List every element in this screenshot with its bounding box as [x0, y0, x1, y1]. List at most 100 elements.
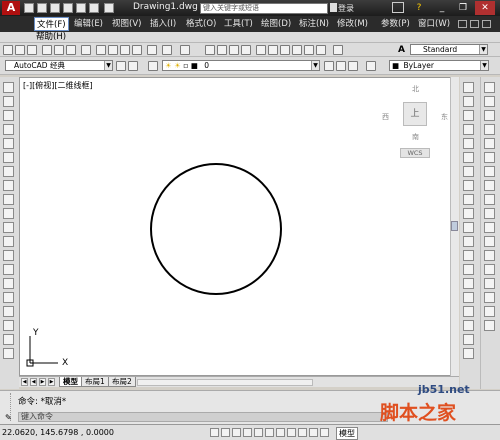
- menu-window[interactable]: 窗口(W): [416, 17, 452, 31]
- save-as-icon[interactable]: [63, 3, 73, 13]
- tb-open-icon[interactable]: [15, 45, 25, 55]
- first-tab-icon[interactable]: ◀: [21, 378, 28, 386]
- tb-save-icon[interactable]: [27, 45, 37, 55]
- baseline-dim-icon[interactable]: [463, 208, 474, 219]
- doc-window-controls[interactable]: [458, 20, 494, 28]
- drawn-circle[interactable]: [150, 163, 282, 295]
- explode-icon[interactable]: [484, 320, 495, 331]
- vertical-scroll-thumb[interactable]: [451, 221, 458, 231]
- make-block-icon[interactable]: [3, 250, 14, 261]
- ellipse-icon[interactable]: [3, 208, 14, 219]
- print-icon[interactable]: [76, 3, 86, 13]
- revision-cloud-icon[interactable]: [3, 180, 14, 191]
- open-icon[interactable]: [37, 3, 47, 13]
- menu-edit[interactable]: 编辑(E): [72, 17, 105, 31]
- doc-restore-icon[interactable]: [470, 20, 479, 28]
- layer-current-icon[interactable]: [324, 61, 334, 71]
- restore-button[interactable]: ❐: [453, 1, 473, 15]
- quick-dim-icon[interactable]: [463, 194, 474, 205]
- tb-redo-icon[interactable]: [180, 45, 190, 55]
- model-space-button[interactable]: 模型: [336, 427, 358, 440]
- 3d-object-snap-icon[interactable]: [276, 428, 285, 437]
- polar-tracking-icon[interactable]: [254, 428, 263, 437]
- menu-help[interactable]: 帮助(H): [34, 30, 68, 44]
- chamfer-icon[interactable]: [484, 278, 495, 289]
- tb-zoom-previous-icon[interactable]: [241, 45, 251, 55]
- tb-undo-icon[interactable]: [162, 45, 172, 55]
- tolerance-icon[interactable]: [463, 264, 474, 275]
- scale-icon[interactable]: [484, 180, 495, 191]
- menu-file[interactable]: 文件(F): [34, 17, 69, 31]
- tb-paste-icon[interactable]: [120, 45, 130, 55]
- ordinate-dim-icon[interactable]: [463, 124, 474, 135]
- snap-mode-icon[interactable]: [221, 428, 230, 437]
- multiline-text-icon[interactable]: [3, 334, 14, 345]
- menu-insert[interactable]: 插入(I): [148, 17, 178, 31]
- coordinates-readout[interactable]: 22.0620, 145.6798 , 0.0000: [2, 428, 114, 437]
- fillet-icon[interactable]: [484, 292, 495, 303]
- offset-icon[interactable]: [484, 124, 495, 135]
- continue-dim-icon[interactable]: [463, 222, 474, 233]
- center-mark-icon[interactable]: [463, 278, 474, 289]
- search-input[interactable]: 键入关键字或短语: [200, 3, 328, 14]
- tb-match-properties-icon[interactable]: [132, 45, 142, 55]
- menu-format[interactable]: 格式(O): [184, 17, 218, 31]
- break-icon[interactable]: [484, 250, 495, 261]
- viewcube-west[interactable]: 西: [382, 112, 389, 122]
- aligned-dim-icon[interactable]: [463, 96, 474, 107]
- tab-layout2[interactable]: 布局2: [108, 377, 136, 387]
- ellipse-arc-icon[interactable]: [3, 222, 14, 233]
- menu-tools[interactable]: 工具(T): [222, 17, 255, 31]
- tb-sheet-set-icon[interactable]: [292, 45, 302, 55]
- construction-line-icon[interactable]: [3, 96, 14, 107]
- dim-break-icon[interactable]: [463, 250, 474, 261]
- dim-space-icon[interactable]: [463, 236, 474, 247]
- tb-calculator-icon[interactable]: [316, 45, 326, 55]
- diameter-dim-icon[interactable]: [463, 166, 474, 177]
- drawing-canvas[interactable]: [-][俯视][二维线框] Y X 北 西 东 上 南 WCS: [19, 77, 459, 376]
- viewcube-north[interactable]: 北: [412, 84, 419, 94]
- move-icon[interactable]: [484, 152, 495, 163]
- layer-state-icon[interactable]: [366, 61, 376, 71]
- arc-icon[interactable]: [3, 152, 14, 163]
- viewcube-east[interactable]: 东: [441, 112, 448, 122]
- tb-pan-icon[interactable]: [205, 45, 215, 55]
- tb-cut-icon[interactable]: [96, 45, 106, 55]
- extend-icon[interactable]: [484, 222, 495, 233]
- erase-icon[interactable]: [484, 82, 495, 93]
- mirror-icon[interactable]: [484, 110, 495, 121]
- jogged-dim-icon[interactable]: [463, 152, 474, 163]
- tb-print-icon[interactable]: [42, 45, 52, 55]
- text-style-select[interactable]: Standard ▼: [410, 44, 488, 55]
- layer-manager-icon[interactable]: [148, 61, 158, 71]
- lineweight-icon[interactable]: [320, 428, 329, 437]
- next-tab-icon[interactable]: ▶: [39, 378, 46, 386]
- doc-close-icon[interactable]: [482, 20, 491, 28]
- tb-zoom-window-icon[interactable]: [229, 45, 239, 55]
- menu-parametric[interactable]: 参数(P): [379, 17, 412, 31]
- menu-modify[interactable]: 修改(M): [335, 17, 370, 31]
- workspace-select[interactable]: AutoCAD 经典 ▼: [5, 60, 113, 71]
- insert-block-icon[interactable]: [3, 236, 14, 247]
- rotate-icon[interactable]: [484, 166, 495, 177]
- help-icon[interactable]: ?: [409, 1, 429, 15]
- viewcube-south[interactable]: 南: [412, 132, 419, 142]
- exchange-icon[interactable]: [392, 2, 404, 13]
- circle-icon[interactable]: [3, 166, 14, 177]
- point-icon[interactable]: [3, 264, 14, 275]
- tb-markup-icon[interactable]: [304, 45, 314, 55]
- tb-zoom-realtime-icon[interactable]: [217, 45, 227, 55]
- dim-style-icon[interactable]: [463, 348, 474, 359]
- angular-dim-icon[interactable]: [463, 180, 474, 191]
- save-icon[interactable]: [50, 3, 60, 13]
- layer-previous-icon[interactable]: [336, 61, 346, 71]
- tb-new-icon[interactable]: [3, 45, 13, 55]
- autocad-logo-icon[interactable]: A: [2, 1, 20, 15]
- tb-block-editor-icon[interactable]: [147, 45, 157, 55]
- tb-publish-icon[interactable]: [66, 45, 76, 55]
- inspection-icon[interactable]: [463, 292, 474, 303]
- close-button[interactable]: ✕: [475, 1, 495, 15]
- layer-select[interactable]: ☀ ☀ ▫ ■ 0 ▼: [162, 60, 320, 71]
- menu-view[interactable]: 视图(V): [110, 17, 143, 31]
- tb-preview-icon[interactable]: [54, 45, 64, 55]
